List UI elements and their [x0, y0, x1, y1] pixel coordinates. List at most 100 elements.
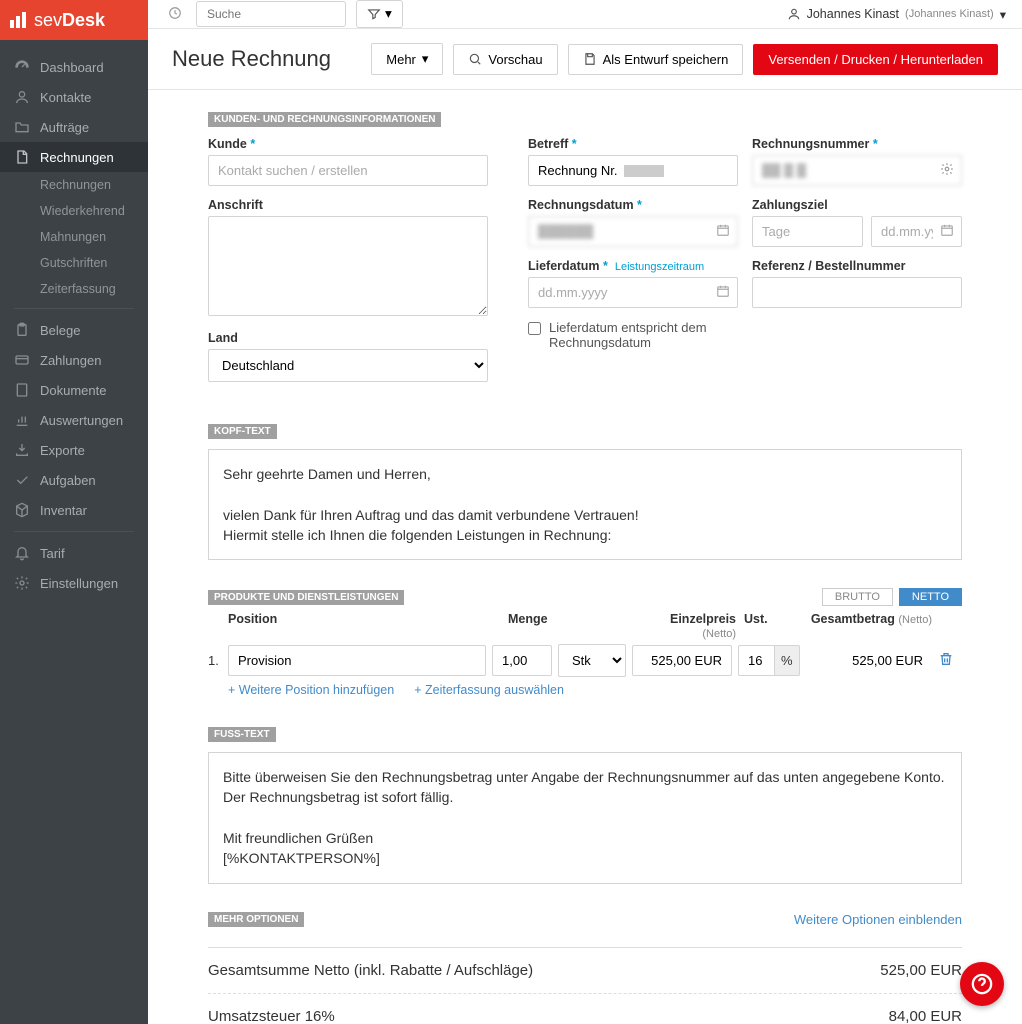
brand-light: sev — [34, 10, 62, 30]
sidebar-item-zahlungen[interactable]: Zahlungen — [0, 345, 148, 375]
sidebar-item-einstellungen[interactable]: Einstellungen — [0, 568, 148, 598]
betreff-input[interactable] — [528, 155, 738, 186]
summary-netto-label: Gesamtsumme Netto (inkl. Rabatte / Aufsc… — [208, 962, 880, 979]
calendar-icon[interactable] — [940, 223, 954, 240]
row-number: 1. — [208, 653, 228, 668]
label-referenz: Referenz / Bestellnummer — [752, 259, 962, 273]
label-betreff: Betreff * — [528, 137, 738, 151]
sidebar-item-belege[interactable]: Belege — [0, 315, 148, 345]
card-icon — [14, 352, 30, 368]
sidebar-subitem-gutschriften[interactable]: Gutschriften — [0, 250, 148, 276]
user-menu[interactable]: Johannes Kinast (Johannes Kinast) ▾ — [787, 7, 1006, 22]
send-button[interactable]: Versenden / Drucken / Herunterladen — [753, 44, 998, 75]
kopf-text[interactable]: Sehr geehrte Damen und Herren, vielen Da… — [208, 449, 962, 560]
sidebar: sevDesk Dashboard Kontakte Aufträge Rechnun… — [0, 0, 148, 1024]
sidebar-item-label: Aufträge — [40, 120, 89, 135]
more-button[interactable]: Mehr ▾ — [371, 43, 443, 75]
check-icon — [14, 472, 30, 488]
chevron-down-icon: ▾ — [1000, 7, 1006, 22]
history-icon[interactable] — [164, 2, 186, 27]
ust-input[interactable] — [738, 645, 774, 676]
sidebar-item-kontakte[interactable]: Kontakte — [0, 82, 148, 112]
gear-icon — [14, 575, 30, 591]
price-input[interactable] — [632, 645, 732, 676]
brutto-toggle[interactable]: BRUTTO — [822, 588, 893, 606]
sidebar-item-dokumente[interactable]: Dokumente — [0, 375, 148, 405]
section-customer-info: KUNDEN- UND RECHNUNGSINFORMATIONEN — [208, 112, 441, 127]
sidebar-item-inventar[interactable]: Inventar — [0, 495, 148, 525]
calendar-icon[interactable] — [716, 284, 730, 301]
user-icon — [14, 89, 30, 105]
link-leistungszeitraum[interactable]: Leistungszeitraum — [615, 261, 704, 273]
sidebar-item-rechnungen[interactable]: Rechnungen — [0, 142, 148, 172]
label-zahlungsziel: Zahlungsziel — [752, 198, 962, 212]
sidebar-item-label: Tarif — [40, 546, 65, 561]
search-input[interactable] — [196, 1, 346, 27]
referenz-input[interactable] — [752, 277, 962, 308]
lieferdatum-check-label: Lieferdatum entspricht dem Rechnungsdatu… — [549, 320, 738, 350]
search-icon — [468, 52, 482, 66]
fuss-text[interactable]: Bitte überweisen Sie den Rechnungsbetrag… — [208, 752, 962, 883]
sidebar-item-auswertungen[interactable]: Auswertungen — [0, 405, 148, 435]
filter-button[interactable]: ▾ — [356, 0, 403, 28]
section-kopf: KOPF-TEXT — [208, 424, 277, 439]
user-name: Johannes Kinast — [807, 7, 899, 21]
summary-netto-val: 525,00 EUR — [880, 962, 962, 979]
sidebar-subitem-rechnungen[interactable]: Rechnungen — [0, 172, 148, 198]
label-lieferdatum: Lieferdatum * Leistungszeitraum — [528, 259, 738, 273]
cube-icon — [14, 502, 30, 518]
add-position-link[interactable]: + Weitere Position hinzufügen — [228, 683, 394, 697]
land-select[interactable]: Deutschland — [208, 349, 488, 382]
summary-ust-label: Umsatzsteuer 16% — [208, 1008, 889, 1024]
anschrift-input[interactable] — [208, 216, 488, 316]
tage-input[interactable] — [752, 216, 863, 247]
save-draft-button[interactable]: Als Entwurf speichern — [568, 44, 744, 75]
sidebar-item-label: Zahlungen — [40, 353, 101, 368]
sidebar-item-label: Auswertungen — [40, 413, 123, 428]
page-title: Neue Rechnung — [172, 46, 361, 72]
user-handle: (Johannes Kinast) — [905, 8, 994, 20]
netto-toggle[interactable]: NETTO — [899, 588, 962, 606]
kunde-input[interactable] — [208, 155, 488, 186]
sidebar-item-label: Belege — [40, 323, 80, 338]
add-time-link[interactable]: + Zeiterfassung auswählen — [414, 683, 564, 697]
help-fab[interactable] — [960, 962, 1004, 1006]
logo[interactable]: sevDesk — [0, 0, 148, 40]
sidebar-item-aufträge[interactable]: Aufträge — [0, 112, 148, 142]
lieferdatum-input[interactable] — [528, 277, 738, 308]
sidebar-subitem-mahnungen[interactable]: Mahnungen — [0, 224, 148, 250]
sidebar-subitem-zeiterfassung[interactable]: Zeiterfassung — [0, 276, 148, 302]
sidebar-item-tarif[interactable]: Tarif — [0, 538, 148, 568]
sidebar-item-aufgaben[interactable]: Aufgaben — [0, 465, 148, 495]
save-icon — [583, 52, 597, 66]
gear-icon[interactable] — [940, 162, 954, 179]
delete-row-button[interactable] — [938, 651, 962, 670]
rechnungsdatum-input[interactable] — [528, 216, 738, 247]
label-rechnungsnummer: Rechnungsnummer * — [752, 137, 962, 151]
sidebar-item-dashboard[interactable]: Dashboard — [0, 52, 148, 82]
sidebar-item-label: Kontakte — [40, 90, 91, 105]
topbar: ▾ Johannes Kinast (Johannes Kinast) ▾ — [148, 0, 1022, 29]
position-input[interactable] — [228, 645, 486, 676]
unit-select[interactable]: Stk — [558, 644, 626, 677]
chart-icon — [14, 412, 30, 428]
page-icon — [14, 382, 30, 398]
more-options-link[interactable]: Weitere Optionen einblenden — [794, 912, 962, 927]
sidebar-item-label: Aufgaben — [40, 473, 96, 488]
label-kunde: Kunde * — [208, 137, 488, 151]
sidebar-item-exporte[interactable]: Exporte — [0, 435, 148, 465]
menge-input[interactable] — [492, 645, 552, 676]
sidebar-item-label: Exporte — [40, 443, 85, 458]
rechnungsnummer-input[interactable] — [752, 155, 962, 186]
th-position: Position — [228, 612, 508, 640]
trash-icon — [938, 651, 954, 667]
sidebar-subitem-wiederkehrend[interactable]: Wiederkehrend — [0, 198, 148, 224]
file-icon — [14, 149, 30, 165]
preview-button[interactable]: Vorschau — [453, 44, 557, 75]
total-output — [802, 646, 932, 675]
th-ust: Ust. — [744, 612, 802, 640]
percent-label: % — [774, 645, 800, 676]
label-land: Land — [208, 331, 488, 345]
lieferdatum-checkbox[interactable] — [528, 322, 541, 335]
calendar-icon[interactable] — [716, 223, 730, 240]
